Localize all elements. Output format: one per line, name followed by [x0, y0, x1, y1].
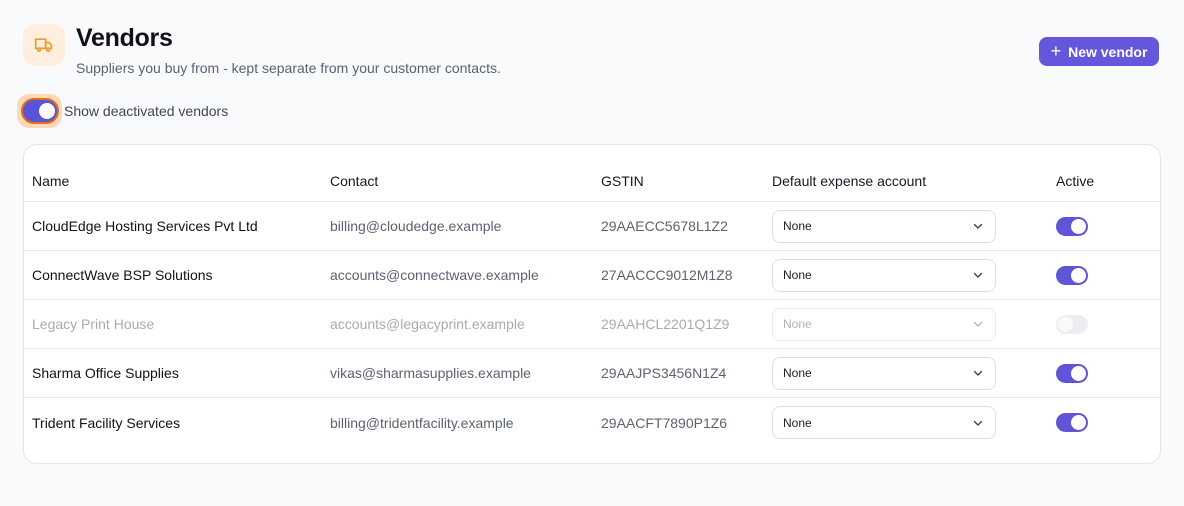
vendor-name: CloudEdge Hosting Services Pvt Ltd: [32, 218, 258, 234]
expense-account-cell: None: [772, 202, 996, 250]
expense-account-value: None: [783, 317, 812, 331]
table-row: CloudEdge Hosting Services Pvt Ltd billi…: [24, 202, 1160, 251]
active-toggle[interactable]: [1056, 413, 1088, 432]
table-row: Legacy Print House accounts@legacyprint.…: [24, 300, 1160, 349]
column-header-active: Active: [1056, 173, 1095, 189]
active-cell: [1056, 398, 1088, 447]
expense-account-select[interactable]: None: [772, 356, 996, 390]
page-title: Vendors: [76, 24, 173, 52]
table-row: Sharma Office Supplies vikas@sharmasuppl…: [24, 349, 1160, 398]
expense-account-value: None: [783, 268, 812, 282]
vendor-gstin: 29AAECC5678L1Z2: [601, 218, 728, 234]
vendor-name: ConnectWave BSP Solutions: [32, 267, 213, 283]
new-vendor-label: New vendor: [1068, 43, 1148, 60]
expense-account-select[interactable]: None: [772, 209, 996, 243]
toggle-knob: [1071, 267, 1086, 283]
toggle-knob: [1071, 365, 1086, 381]
column-header-account: Default expense account: [772, 173, 927, 189]
active-cell: [1056, 300, 1088, 348]
toggle-knob: [39, 102, 55, 119]
plus-icon: +: [1050, 40, 1062, 61]
vendor-name: Sharma Office Supplies: [32, 365, 179, 381]
toggle-knob: [1058, 316, 1073, 332]
vendor-gstin: 27AACCC9012M1Z8: [601, 267, 733, 283]
column-header-contact: Contact: [330, 173, 379, 189]
column-header-name: Name: [32, 173, 70, 189]
vendor-name: Legacy Print House: [32, 316, 155, 332]
active-toggle[interactable]: [1056, 265, 1088, 285]
expense-account-cell: None: [772, 398, 996, 447]
expense-account-value: None: [783, 219, 812, 233]
table-row: ConnectWave BSP Solutions accounts@conne…: [24, 251, 1160, 300]
expense-account-cell: None: [772, 300, 996, 348]
toggle-knob: [1071, 415, 1086, 430]
active-toggle[interactable]: [1056, 363, 1088, 383]
new-vendor-button[interactable]: + New vendor: [1039, 37, 1159, 66]
page-subtitle: Suppliers you buy from - kept separate f…: [76, 60, 501, 76]
truck-icon: [23, 24, 65, 66]
vendor-contact: accounts@legacyprint.example: [330, 316, 525, 332]
active-cell: [1056, 202, 1088, 250]
expense-account-cell: None: [772, 349, 996, 397]
expense-account-select[interactable]: None: [772, 406, 996, 439]
toggle-knob: [1071, 218, 1086, 234]
vendors-table: Name Contact GSTIN Default expense accou…: [23, 144, 1161, 464]
vendor-gstin: 29AAHCL2201Q1Z9: [601, 316, 730, 332]
vendor-contact: vikas@sharmasupplies.example: [330, 365, 531, 381]
expense-account-cell: None: [772, 251, 996, 299]
show-deactivated-label: Show deactivated vendors: [64, 103, 229, 119]
vendors-page: Vendors Suppliers you buy from - kept se…: [0, 0, 1184, 506]
vendor-gstin: 29AACFT7890P1Z6: [601, 414, 728, 431]
chevron-down-icon: [973, 272, 983, 278]
table-header-row: Name Contact GSTIN Default expense accou…: [24, 145, 1160, 202]
vendor-contact: billing@cloudedge.example: [330, 218, 502, 234]
active-toggle[interactable]: [1056, 216, 1088, 236]
active-cell: [1056, 349, 1088, 397]
chevron-down-icon: [973, 321, 983, 327]
vendor-gstin: 29AAJPS3456N1Z4: [601, 365, 727, 381]
column-header-gstin: GSTIN: [601, 173, 644, 189]
chevron-down-icon: [973, 223, 983, 229]
active-cell: [1056, 251, 1088, 299]
chevron-down-icon: [973, 370, 983, 376]
expense-account-select[interactable]: None: [772, 258, 996, 292]
chevron-down-icon: [973, 420, 983, 426]
show-deactivated-toggle[interactable]: [21, 98, 59, 124]
vendor-name: Trident Facility Services: [32, 414, 181, 431]
expense-account-value: None: [783, 366, 812, 380]
active-toggle[interactable]: [1056, 314, 1088, 334]
vendor-contact: accounts@connectwave.example: [330, 267, 539, 283]
vendor-contact: billing@tridentfacility.example: [330, 414, 514, 431]
table-row: Trident Facility Services billing@triden…: [24, 398, 1160, 447]
expense-account-select: None: [772, 307, 996, 341]
expense-account-value: None: [783, 415, 812, 430]
